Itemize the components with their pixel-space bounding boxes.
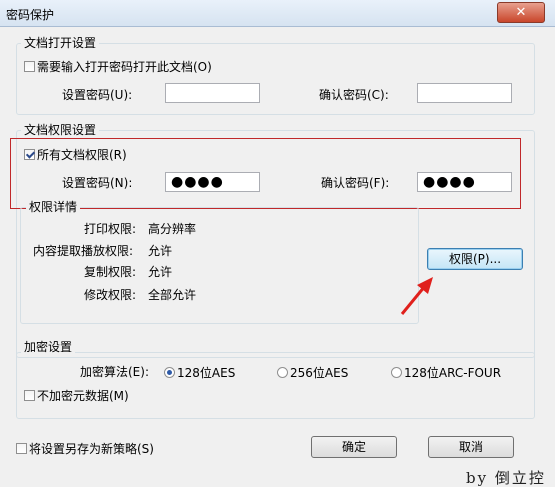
radio-arcfour[interactable]: 128位ARC-FOUR [391, 366, 501, 380]
permissions-button[interactable]: 权限(P)... [427, 248, 523, 270]
open-confirm-password-input[interactable] [417, 83, 512, 103]
encryption-group [16, 352, 535, 419]
open-confirm-password-label: 确认密码(C): [319, 88, 389, 102]
open-settings-title: 文档打开设置 [21, 36, 100, 50]
detail-value-print: 高分辨率 [148, 222, 197, 236]
detail-value-copy: 允许 [148, 265, 173, 279]
all-permissions-label: 所有文档权限(R) [37, 148, 127, 162]
no-metadata-check-box[interactable] [24, 390, 35, 401]
detail-value-extract: 允许 [148, 244, 173, 258]
cancel-button[interactable]: 取消 [428, 436, 514, 458]
perm-confirm-password-input[interactable]: ●●●● [417, 172, 512, 192]
require-password-checkbox[interactable]: 需要输入打开密码打开此文档(O) [24, 60, 212, 74]
arrow-icon [400, 277, 433, 315]
encryption-title: 加密设置 [21, 340, 76, 354]
radio-arcfour-dot[interactable] [391, 367, 402, 378]
all-permissions-check-box[interactable] [24, 149, 35, 160]
radio-aes256-dot[interactable] [277, 367, 288, 378]
radio-aes128-label: 128位AES [177, 366, 236, 380]
require-password-check-box[interactable] [24, 61, 35, 72]
detail-label-print: 打印权限: [84, 222, 137, 236]
detail-label-copy: 复制权限: [84, 265, 137, 279]
detail-label-extract: 内容提取播放权限: [33, 244, 134, 258]
window-title: 密码保护 [6, 8, 55, 22]
algorithm-label: 加密算法(E): [80, 365, 149, 379]
radio-aes256[interactable]: 256位AES [277, 366, 348, 380]
watermark: by 倒立控 [466, 469, 546, 487]
title-bar: 密码保护 ✕ [0, 0, 555, 27]
close-icon: ✕ [515, 5, 527, 20]
permission-settings-title: 文档权限设置 [21, 123, 100, 137]
permission-details-title: 权限详情 [26, 200, 81, 214]
no-metadata-checkbox[interactable]: 不加密元数据(M) [24, 389, 129, 403]
detail-label-modify: 修改权限: [84, 288, 137, 302]
no-metadata-label: 不加密元数据(M) [37, 389, 129, 403]
save-policy-label: 将设置另存为新策略(S) [29, 442, 154, 456]
radio-aes128[interactable]: 128位AES [164, 366, 235, 380]
detail-value-modify: 全部允许 [148, 288, 197, 302]
ok-button[interactable]: 确定 [311, 436, 397, 458]
perm-confirm-password-label: 确认密码(F): [321, 176, 390, 190]
open-set-password-input[interactable] [165, 83, 260, 103]
open-set-password-label: 设置密码(U): [62, 88, 133, 102]
radio-aes256-label: 256位AES [290, 366, 349, 380]
save-policy-checkbox[interactable]: 将设置另存为新策略(S) [16, 442, 154, 456]
close-button[interactable]: ✕ [497, 2, 545, 23]
perm-set-password-input[interactable]: ●●●● [165, 172, 260, 192]
permission-details-group [20, 207, 419, 324]
perm-set-password-label: 设置密码(N): [62, 176, 133, 190]
all-permissions-checkbox[interactable]: 所有文档权限(R) [24, 148, 127, 162]
require-password-label: 需要输入打开密码打开此文档(O) [37, 60, 212, 74]
dialog-body: 文档打开设置 需要输入打开密码打开此文档(O) 设置密码(U): 确认密码(C)… [0, 27, 555, 487]
radio-aes128-dot[interactable] [164, 367, 175, 378]
radio-arcfour-label: 128位ARC-FOUR [404, 366, 502, 380]
open-settings-group [16, 43, 535, 115]
save-policy-check-box[interactable] [16, 443, 27, 454]
